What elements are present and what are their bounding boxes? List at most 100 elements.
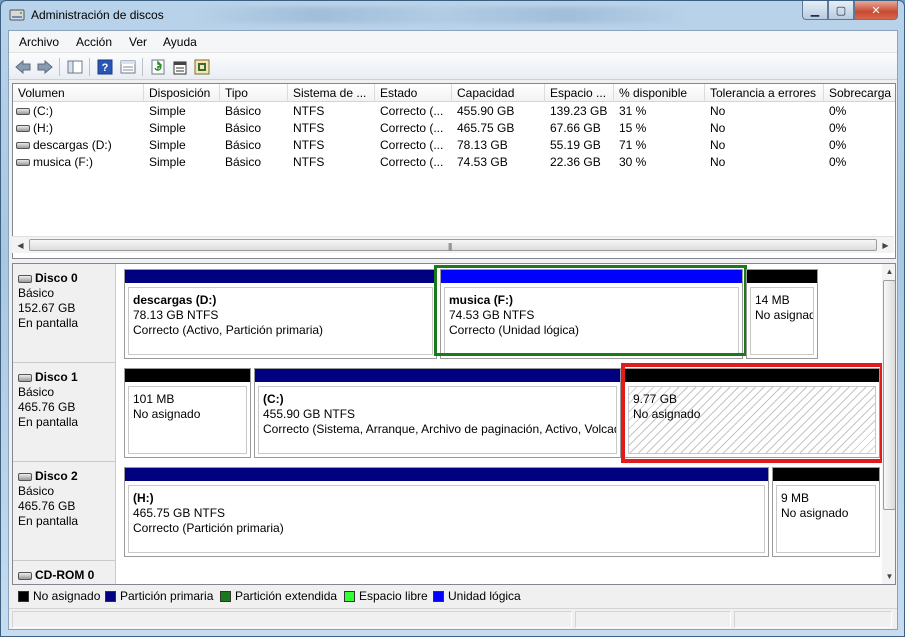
legend-item: Partición extendida <box>220 589 337 603</box>
column-header-capacidad[interactable]: Capacidad <box>452 84 545 102</box>
cell-tipo: Básico <box>225 121 262 135</box>
cell-tipo: Básico <box>225 155 262 169</box>
legend-swatch <box>433 590 444 602</box>
legend-swatch <box>344 590 355 602</box>
column-header-sobrecarga[interactable]: Sobrecarga <box>824 84 895 102</box>
partition-c[interactable]: (C:) 455.90 GB NTFS Correcto (Sistema, A… <box>254 368 621 458</box>
volume-list[interactable]: Volumen Disposición Tipo Sistema de ... … <box>12 83 896 259</box>
partition-unallocated[interactable]: 14 MB No asignado <box>746 269 818 359</box>
refresh-icon[interactable] <box>149 58 167 76</box>
partition-musica[interactable]: musica (F:) 74.53 GB NTFS Correcto (Unid… <box>440 269 743 359</box>
partition-bar <box>773 468 879 481</box>
menu-archivo[interactable]: Archivo <box>19 35 59 49</box>
scroll-left-icon[interactable]: ◀ <box>12 237 29 254</box>
partition-title: musica (F:) <box>449 293 514 307</box>
partition-size: 101 MB <box>133 392 175 406</box>
disk-1-label[interactable]: Disco 1 Básico 465.76 GB En pantalla <box>13 363 116 462</box>
close-button[interactable]: ✕ <box>854 1 898 20</box>
menu-ayuda[interactable]: Ayuda <box>163 35 197 49</box>
partition-descargas[interactable]: descargas (D:) 78.13 GB NTFS Correcto (A… <box>124 269 437 359</box>
partition-bar <box>125 468 768 481</box>
console-tree-icon[interactable] <box>66 58 84 76</box>
cell-estado: Correcto (... <box>380 104 444 118</box>
help-icon[interactable]: ? <box>96 58 114 76</box>
blurred-taskbar-area <box>191 7 691 23</box>
partition-unallocated-selected[interactable]: 9.77 GB No asignado <box>624 368 880 458</box>
cell-sobrecarga: 0% <box>829 155 847 169</box>
cell-volumen: descargas (D:) <box>33 138 112 152</box>
horizontal-scroll-thumb[interactable]: ||| <box>29 239 877 251</box>
cell-estado: Correcto (... <box>380 121 444 135</box>
back-arrow-icon[interactable] <box>14 58 32 76</box>
table-row[interactable]: musica (F:) Simple Básico NTFS Correcto … <box>13 154 895 171</box>
cell-volumen: (C:) <box>33 104 53 118</box>
column-header-estado[interactable]: Estado <box>375 84 452 102</box>
partition-status: Correcto (Activo, Partición primaria) <box>133 323 324 337</box>
cell-espacio: 67.66 GB <box>550 121 601 135</box>
cell-capacidad: 455.90 GB <box>457 104 515 118</box>
cell-sistema: NTFS <box>293 138 325 152</box>
disk-0-label[interactable]: Disco 0 Básico 152.67 GB En pantalla <box>13 264 116 363</box>
properties-icon[interactable] <box>171 58 189 76</box>
column-header-espacio[interactable]: Espacio ... <box>545 84 614 102</box>
toolbar-separator <box>142 58 143 76</box>
table-row[interactable]: descargas (D:) Simple Básico NTFS Correc… <box>13 137 895 154</box>
cdrom-label[interactable]: CD-ROM 0 <box>13 561 116 584</box>
menu-accion[interactable]: Acción <box>76 35 112 49</box>
table-row[interactable]: (C:) Simple Básico NTFS Correcto (... 45… <box>13 103 895 120</box>
column-header-tipo[interactable]: Tipo <box>220 84 288 102</box>
cell-sistema: NTFS <box>293 104 325 118</box>
partition-status: No asignado <box>781 506 849 520</box>
toolbar-separator <box>89 58 90 76</box>
scroll-down-icon[interactable]: ▼ <box>882 569 895 584</box>
partition-size: 78.13 GB NTFS <box>133 308 219 322</box>
minimize-button[interactable]: ▁ <box>802 1 828 20</box>
cell-tipo: Básico <box>225 104 262 118</box>
disk-size: 465.76 GB <box>18 499 76 513</box>
cell-capacidad: 74.53 GB <box>457 155 508 169</box>
scroll-up-icon[interactable]: ▲ <box>882 264 895 279</box>
legend-swatch <box>105 590 116 602</box>
volume-disk-icon <box>16 142 30 149</box>
maximize-button[interactable]: ▢ <box>828 1 854 20</box>
cell-disposicion: Simple <box>149 104 186 118</box>
partition-size: 455.90 GB NTFS <box>263 407 356 421</box>
partition-bar <box>125 270 436 283</box>
legend-label: Partición primaria <box>120 589 214 603</box>
cdrom-icon <box>18 571 32 580</box>
partition-status: No asignado <box>755 308 813 322</box>
disk-management-icon <box>9 9 25 21</box>
vertical-scrollbar[interactable]: ▲ ▼ <box>882 264 895 584</box>
column-header-disponible[interactable]: % disponible <box>614 84 705 102</box>
disk-2-label[interactable]: Disco 2 Básico 465.76 GB En pantalla <box>13 462 116 561</box>
title-bar[interactable]: Administración de discos ▁ ▢ ✕ <box>1 1 904 29</box>
horizontal-scrollbar[interactable]: ◀ ||| ▶ <box>12 236 894 253</box>
vertical-scroll-thumb[interactable] <box>883 280 895 510</box>
disk-size: 465.76 GB <box>18 400 76 414</box>
partition-h[interactable]: (H:) 465.75 GB NTFS Correcto (Partición … <box>124 467 769 557</box>
legend: No asignado Partición primaria Partición… <box>12 586 896 606</box>
settings-icon[interactable] <box>193 58 211 76</box>
cell-sobrecarga: 0% <box>829 104 847 118</box>
disk-name: Disco 1 <box>35 370 78 384</box>
status-pane <box>575 611 731 628</box>
partition-title: descargas (D:) <box>133 293 217 307</box>
cell-disposicion: Simple <box>149 138 186 152</box>
legend-item: Partición primaria <box>105 589 213 603</box>
scroll-right-icon[interactable]: ▶ <box>877 237 894 254</box>
partition-unallocated[interactable]: 9 MB No asignado <box>772 467 880 557</box>
column-header-disposicion[interactable]: Disposición <box>144 84 220 102</box>
partition-unallocated[interactable]: 101 MB No asignado <box>124 368 251 458</box>
column-header-tolerancia[interactable]: Tolerancia a errores <box>705 84 824 102</box>
menu-ver[interactable]: Ver <box>129 35 147 49</box>
column-header-volumen[interactable]: Volumen <box>13 84 144 102</box>
cell-tipo: Básico <box>225 138 262 152</box>
column-header-sistema[interactable]: Sistema de ... <box>288 84 375 102</box>
table-row[interactable]: (H:) Simple Básico NTFS Correcto (... 46… <box>13 120 895 137</box>
volume-disk-icon <box>16 125 30 132</box>
partition-title: (H:) <box>133 491 154 505</box>
forward-arrow-icon[interactable] <box>36 58 54 76</box>
cell-espacio: 55.19 GB <box>550 138 601 152</box>
properties-view-icon[interactable] <box>119 58 137 76</box>
cell-tolerancia: No <box>710 155 726 169</box>
